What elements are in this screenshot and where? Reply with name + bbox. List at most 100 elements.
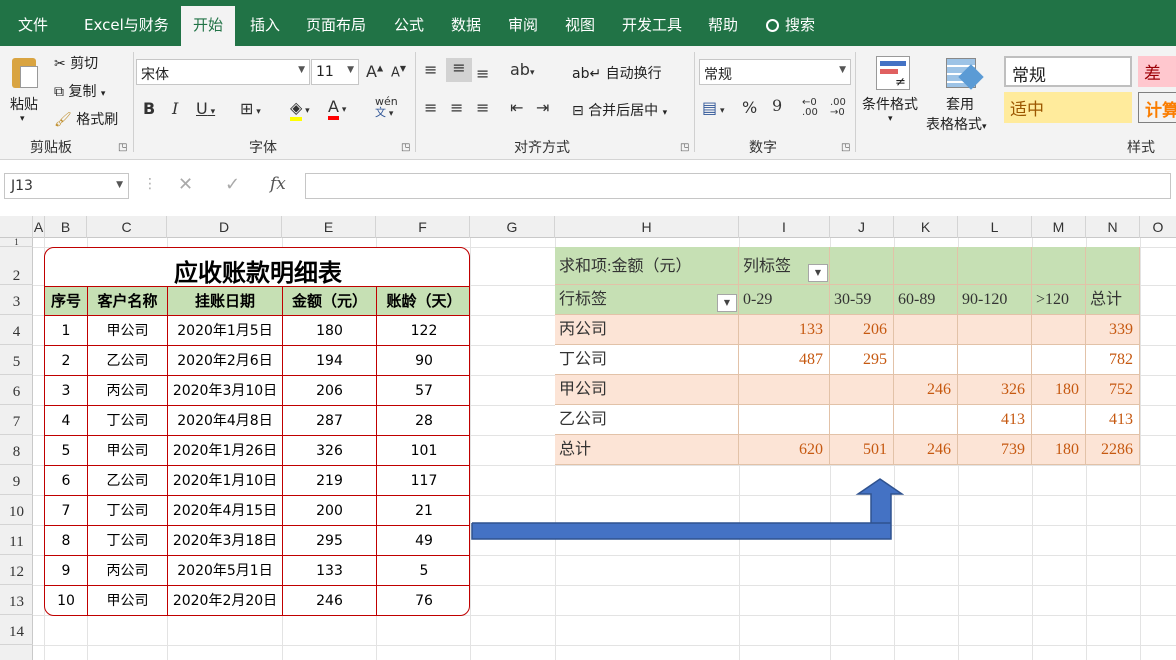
cell-seq[interactable]: 10 xyxy=(45,586,88,615)
bold-button[interactable]: B xyxy=(143,99,155,118)
conditional-dropdown-icon[interactable]: ▾ xyxy=(888,114,893,124)
cell-customer[interactable]: 甲公司 xyxy=(88,586,168,615)
number-format-select[interactable]: 常规 ▼ xyxy=(699,59,851,85)
cell-seq[interactable]: 8 xyxy=(45,526,88,556)
paste-button[interactable]: 粘贴 xyxy=(10,94,38,114)
cell-customer[interactable]: 甲公司 xyxy=(88,316,168,346)
clipboard-launcher-icon[interactable]: ◳ xyxy=(118,142,127,153)
font-name-select[interactable]: 宋体 ▼ xyxy=(136,59,310,85)
wrap-text-button[interactable]: ab↵ 自动换行 xyxy=(572,63,662,83)
row-header-12[interactable]: 12 xyxy=(0,555,33,585)
row-header-13[interactable]: 13 xyxy=(0,585,33,615)
copy-button[interactable]: ⧉ 复制 ▾ xyxy=(54,81,105,101)
cell-customer[interactable]: 丁公司 xyxy=(88,406,168,436)
fill-color-button[interactable]: ◈ ▾ xyxy=(290,98,310,121)
row-header-5[interactable]: 5 xyxy=(0,345,33,375)
cell-aging[interactable]: 21 xyxy=(377,496,469,526)
cell-amount[interactable]: 295 xyxy=(283,526,377,556)
cell-seq[interactable]: 3 xyxy=(45,376,88,406)
decrease-indent-icon[interactable]: ⇤ xyxy=(510,98,523,117)
col-header-h[interactable]: H xyxy=(555,216,739,238)
cell-customer[interactable]: 乙公司 xyxy=(88,346,168,376)
paste-icon[interactable] xyxy=(8,54,42,94)
align-bottom-icon[interactable]: ≡ xyxy=(476,64,489,83)
align-right-icon[interactable]: ≡ xyxy=(476,98,489,117)
row-header-6[interactable]: 6 xyxy=(0,375,33,405)
menu-page-layout[interactable]: 页面布局 xyxy=(306,14,366,35)
cell-seq[interactable]: 6 xyxy=(45,466,88,496)
cell-aging[interactable]: 90 xyxy=(377,346,469,376)
pivot-value-cell[interactable]: 620 xyxy=(739,435,830,465)
cell-amount[interactable]: 206 xyxy=(283,376,377,406)
cancel-icon[interactable]: ✕ xyxy=(178,174,193,195)
cell-seq[interactable]: 9 xyxy=(45,556,88,586)
decrease-decimal-icon[interactable]: .00 →0 xyxy=(830,98,846,118)
pivot-value-cell[interactable]: 180 xyxy=(1032,435,1086,465)
menu-view[interactable]: 视图 xyxy=(565,14,595,35)
pivot-value-cell[interactable]: 2286 xyxy=(1086,435,1140,465)
cell-seq[interactable]: 2 xyxy=(45,346,88,376)
cell-amount[interactable]: 219 xyxy=(283,466,377,496)
cell-aging[interactable]: 101 xyxy=(377,436,469,466)
style-bad[interactable]: 差 xyxy=(1138,56,1176,87)
accounting-format-button[interactable]: ▤ ▾ xyxy=(702,98,725,117)
pivot-value-cell[interactable]: 246 xyxy=(894,375,958,405)
menu-insert[interactable]: 插入 xyxy=(250,14,280,35)
col-header-c[interactable]: C xyxy=(87,216,167,238)
menu-file[interactable]: 文件 xyxy=(18,14,48,35)
name-box[interactable]: J13 ▼ xyxy=(4,173,129,199)
cell-amount[interactable]: 200 xyxy=(283,496,377,526)
pivot-value-cell[interactable]: 413 xyxy=(958,405,1032,435)
pivot-value-cell[interactable] xyxy=(894,315,958,345)
menu-data[interactable]: 数据 xyxy=(451,14,481,35)
table-format-label-1[interactable]: 套用 xyxy=(946,94,974,114)
pivot-col-header[interactable]: 30-59 xyxy=(830,285,894,315)
cell-customer[interactable]: 丙公司 xyxy=(88,376,168,406)
font-color-button[interactable]: A ▾ xyxy=(328,97,346,120)
cell-aging[interactable]: 49 xyxy=(377,526,469,556)
col-filter-dropdown-icon[interactable]: ▼ xyxy=(808,264,828,282)
comma-style-button[interactable]: 9 xyxy=(772,96,782,115)
pivot-value-cell[interactable] xyxy=(739,405,830,435)
col-header-e[interactable]: E xyxy=(282,216,376,238)
pivot-value-cell[interactable] xyxy=(958,315,1032,345)
pivot-row-item[interactable]: 丙公司 xyxy=(555,315,739,345)
table-format-button[interactable]: 表格格式▾ xyxy=(926,114,987,134)
row-header-8[interactable]: 8 xyxy=(0,435,33,465)
menu-formulas[interactable]: 公式 xyxy=(394,14,424,35)
align-center-icon[interactable]: ≡ xyxy=(450,98,463,117)
pivot-col-header[interactable]: 0-29 xyxy=(739,285,830,315)
increase-indent-icon[interactable]: ⇥ xyxy=(536,98,549,117)
pivot-col-header[interactable]: 90-120 xyxy=(958,285,1032,315)
conditional-format-icon[interactable]: ≠ xyxy=(876,56,910,90)
formula-input[interactable] xyxy=(305,173,1171,199)
merge-center-button[interactable]: ⊟ 合并后居中 ▾ xyxy=(572,100,667,120)
pivot-value-cell[interactable]: 246 xyxy=(894,435,958,465)
percent-button[interactable]: % xyxy=(742,98,757,117)
pivot-value-cell[interactable]: 339 xyxy=(1086,315,1140,345)
pivot-value-cell[interactable] xyxy=(1032,405,1086,435)
align-left-icon[interactable]: ≡ xyxy=(424,98,437,117)
pivot-value-cell[interactable] xyxy=(958,345,1032,375)
italic-button[interactable]: I xyxy=(172,99,178,118)
cell-seq[interactable]: 7 xyxy=(45,496,88,526)
row-header-7[interactable]: 7 xyxy=(0,405,33,435)
pivot-value-cell[interactable]: 206 xyxy=(830,315,894,345)
cell-aging[interactable]: 122 xyxy=(377,316,469,346)
format-painter-button[interactable]: 🖌 格式刷 xyxy=(54,109,118,129)
cell-date[interactable]: 2020年1月10日 xyxy=(168,466,283,496)
cell-aging[interactable]: 5 xyxy=(377,556,469,586)
row-header-2[interactable]: 2 xyxy=(0,247,33,285)
pivot-row-item[interactable]: 丁公司 xyxy=(555,345,739,375)
pivot-col-header[interactable]: 总计 xyxy=(1086,285,1140,315)
col-header-f[interactable]: F xyxy=(376,216,470,238)
pivot-value-cell[interactable] xyxy=(894,345,958,375)
row-header-1[interactable]: 1 xyxy=(0,238,33,247)
pivot-col-header[interactable]: 60-89 xyxy=(894,285,958,315)
cell-amount[interactable]: 180 xyxy=(283,316,377,346)
pivot-value-cell[interactable] xyxy=(1032,315,1086,345)
paste-dropdown-icon[interactable]: ▾ xyxy=(20,114,25,124)
cell-date[interactable]: 2020年2月6日 xyxy=(168,346,283,376)
row-header-4[interactable]: 4 xyxy=(0,315,33,345)
pivot-value-cell[interactable]: 413 xyxy=(1086,405,1140,435)
